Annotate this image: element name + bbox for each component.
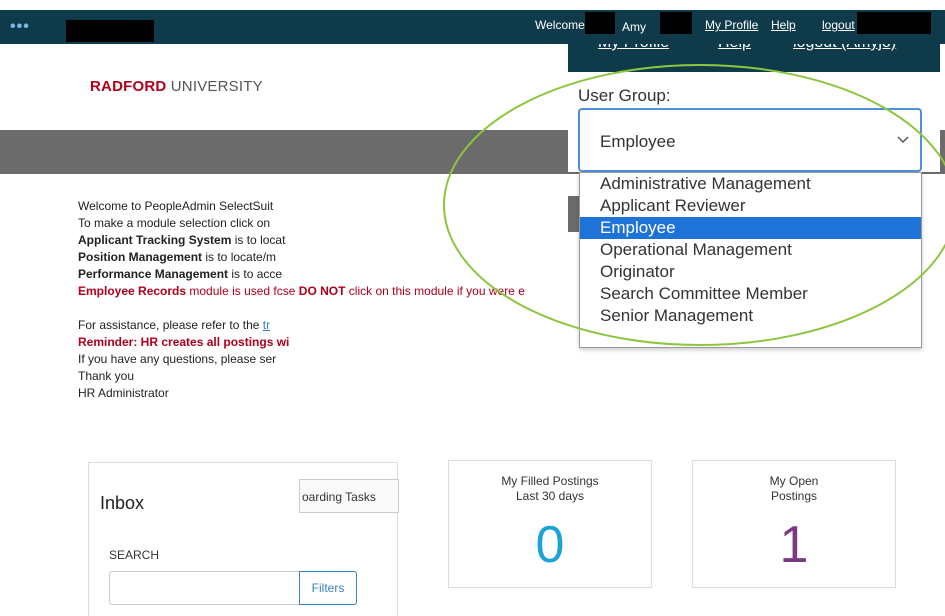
ghost-help-link[interactable]: Help [718, 44, 751, 52]
user-group-selected-value: Employee [600, 132, 676, 151]
module-description: is to locat [231, 233, 286, 247]
user-group-label: User Group: [578, 86, 671, 105]
module-name: Performance Management [78, 267, 229, 281]
card-subtitle: Postings [770, 489, 818, 503]
card-count[interactable]: 0 [449, 515, 651, 575]
logo-bold-word: RADFORD [90, 78, 167, 95]
inbox-title: Inbox [100, 493, 145, 513]
app-menu-dots-icon[interactable]: ••• [10, 10, 30, 44]
chevron-down-icon [897, 136, 909, 144]
user-group-select[interactable]: Employee [578, 108, 922, 172]
redacted-block [857, 12, 931, 34]
logout-link[interactable]: logout [822, 18, 855, 32]
ghost-profile-link[interactable]: My Profile [598, 44, 669, 52]
module-name: Position Management [78, 250, 203, 264]
profile-links-overlay: My Profile Help logout (Amyjo) [568, 44, 940, 72]
search-input[interactable] [109, 571, 301, 605]
user-group-option[interactable]: Applicant Reviewer [580, 195, 921, 217]
intro-line: Position Management is to locate/m [78, 249, 578, 266]
user-name: Amy [622, 20, 646, 34]
redacted-block [585, 12, 615, 34]
warning-text: se [282, 284, 299, 298]
filters-button[interactable]: Filters [299, 571, 357, 605]
user-group-option[interactable]: Operational Management [580, 239, 921, 261]
top-navigation-bar: ••• Welcome Amy My Profile Help logout [0, 10, 945, 44]
user-group-option[interactable]: Senior Management [580, 305, 921, 327]
open-postings-card[interactable]: My Open Postings 1 [692, 460, 896, 588]
warning-text: module is used fc [186, 284, 283, 298]
logo-rest-word: UNIVERSITY [166, 78, 263, 95]
user-group-option-selected[interactable]: Employee [580, 217, 921, 239]
questions-line: If you have any questions, please ser [78, 352, 277, 366]
user-group-option[interactable]: Administrative Management [580, 173, 921, 195]
intro-line: Welcome to PeopleAdmin SelectSuit [78, 199, 274, 213]
tab-onboarding-tasks[interactable]: oarding Tasks [299, 479, 399, 513]
training-link[interactable]: tr [263, 318, 270, 332]
redacted-block [66, 20, 154, 42]
warning-strong: DO NOT [298, 284, 346, 298]
inbox-widget: Inbox oarding Tasks SEARCH Filters [88, 462, 399, 616]
card-title: My Filled Postings [501, 474, 599, 488]
module-description: is to locate/m [202, 250, 277, 264]
module-name: Applicant Tracking System [78, 233, 232, 247]
assistance-line: For assistance, please refer to the tr [78, 317, 578, 334]
signature-line: HR Administrator [78, 386, 169, 400]
reminder-line: Reminder: HR creates all postings wi [78, 335, 290, 349]
redacted-block [660, 12, 692, 34]
welcome-message: Welcome to PeopleAdmin SelectSuit To mak… [78, 198, 578, 402]
radford-university-logo: RADFORD UNIVERSITY [90, 78, 263, 95]
card-count[interactable]: 1 [693, 515, 895, 575]
assistance-text: For assistance, please refer to the [78, 318, 263, 332]
search-label: SEARCH [109, 548, 160, 562]
employee-records-warning: Employee Records module is used fcse DO … [78, 283, 578, 300]
user-group-options-list: Administrative Management Applicant Revi… [579, 172, 922, 348]
user-group-option[interactable]: Search Committee Member [580, 283, 921, 305]
user-group-option[interactable]: Originator [580, 261, 921, 283]
ghost-logout-link[interactable]: logout (Amyjo) [793, 44, 896, 52]
welcome-label: Welcome [535, 18, 585, 32]
card-title: My Open [769, 474, 819, 488]
module-name: Employee Records [78, 284, 187, 298]
warning-text: click on this module if you were e [345, 284, 525, 298]
my-profile-link[interactable]: My Profile [705, 18, 758, 32]
intro-line: Applicant Tracking System is to locat [78, 232, 578, 249]
thanks-line: Thank you [78, 369, 135, 383]
filled-postings-card[interactable]: My Filled Postings Last 30 days 0 [448, 460, 652, 588]
intro-line: To make a module selection click on [78, 216, 271, 230]
intro-line: Performance Management is to acce [78, 266, 578, 283]
card-subtitle: Last 30 days [515, 489, 585, 503]
module-description: is to acce [228, 267, 283, 281]
help-link[interactable]: Help [771, 18, 796, 32]
